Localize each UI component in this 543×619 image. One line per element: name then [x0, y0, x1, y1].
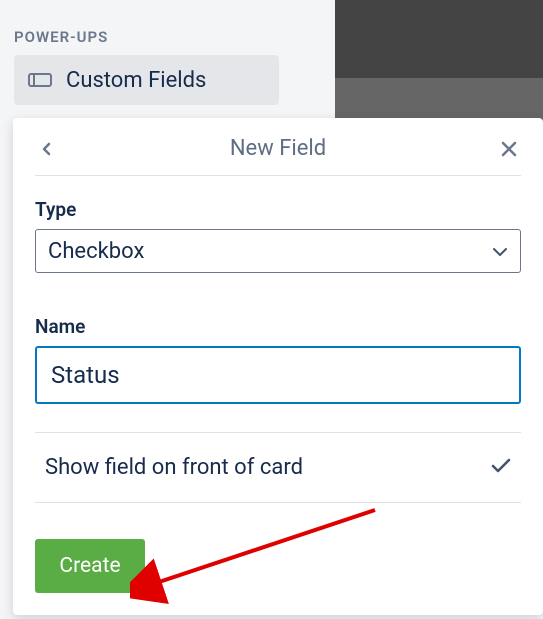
create-button[interactable]: Create — [35, 539, 145, 593]
show-on-front-toggle[interactable]: Show field on front of card — [35, 432, 521, 503]
new-field-dialog: New Field Type Checkbox Name Show field … — [13, 118, 543, 615]
show-on-front-label: Show field on front of card — [45, 455, 303, 480]
check-icon — [491, 458, 511, 478]
custom-fields-label: Custom Fields — [66, 68, 206, 93]
type-label: Type — [35, 198, 521, 221]
dialog-header: New Field — [35, 136, 521, 176]
type-value: Checkbox — [48, 239, 144, 264]
bg-dark-mid — [335, 78, 543, 123]
name-section: Name — [35, 315, 521, 404]
name-label: Name — [35, 315, 521, 338]
type-section: Type Checkbox — [35, 198, 521, 273]
custom-fields-button[interactable]: Custom Fields — [14, 55, 279, 105]
chevron-left-icon — [40, 142, 54, 156]
type-select[interactable]: Checkbox — [35, 229, 521, 273]
powerups-section-label: POWER-UPS — [14, 28, 108, 46]
bg-dark-top — [335, 0, 543, 78]
custom-fields-icon — [28, 71, 52, 89]
close-icon — [501, 141, 517, 157]
close-button[interactable] — [497, 137, 521, 161]
name-input[interactable] — [35, 346, 521, 404]
back-button[interactable] — [35, 137, 59, 161]
chevron-down-icon — [492, 242, 508, 261]
dialog-title: New Field — [59, 136, 497, 161]
